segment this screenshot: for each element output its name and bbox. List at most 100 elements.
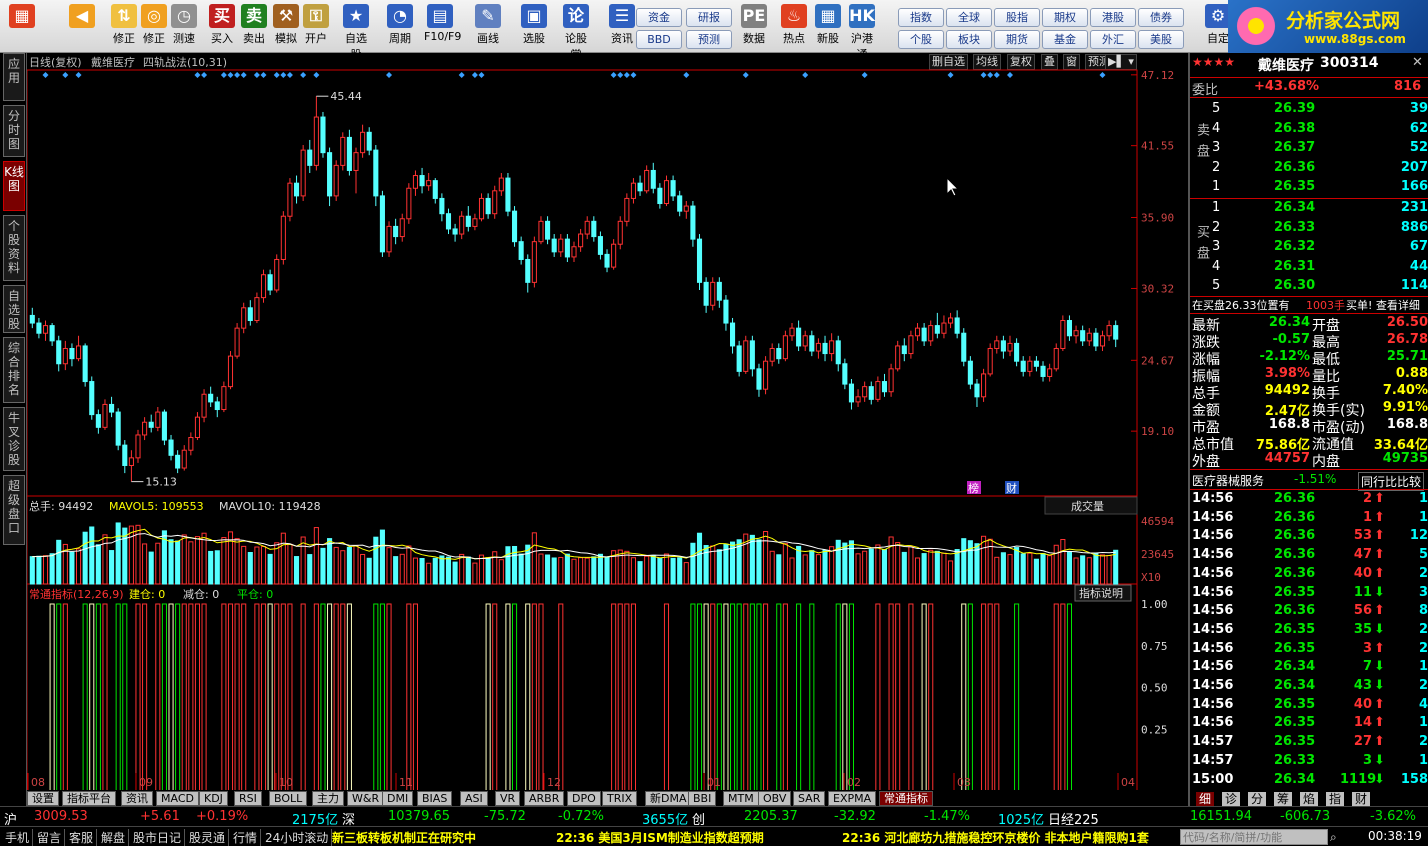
indicator-tab-22[interactable]: 常通指标 (879, 791, 933, 806)
indicator-tab-15[interactable]: TRIX (602, 791, 638, 806)
quick-button-4-0[interactable]: 股指 (994, 8, 1040, 27)
indicator-tab-20[interactable]: SAR (793, 791, 826, 806)
toolbar-button-2[interactable]: ⇅ 修正 (108, 4, 140, 50)
indicator-tab-12[interactable]: VR (495, 791, 521, 806)
status-link-2[interactable]: 客服 (66, 829, 98, 846)
toolbar-button-15[interactable]: ☰ 资讯 (606, 4, 638, 50)
toolbar-button-18[interactable]: ▦ 新股 (812, 4, 844, 50)
toolbar-button-5[interactable]: 买买入 (206, 4, 238, 50)
ask-price[interactable]: 26.36 (1274, 160, 1315, 175)
quick-button-4-1[interactable]: 期货 (994, 30, 1040, 49)
status-link-7[interactable]: 24小时滚动 (262, 829, 333, 846)
indicator-tab-1[interactable]: 指标平台 (62, 791, 116, 806)
indicator-tab-17[interactable]: BBI (688, 791, 717, 806)
quote-tab-3[interactable]: 筹 (1274, 792, 1293, 806)
bid-price[interactable]: 26.32 (1274, 239, 1315, 254)
quick-button-2-0[interactable]: 指数 (898, 8, 944, 27)
ask-price[interactable]: 26.35 (1274, 179, 1315, 194)
left-tab-1[interactable]: 分时图 (3, 105, 25, 157)
left-tab-3[interactable]: 个股资料 (3, 215, 25, 281)
news-item-1[interactable]: 新三板转板机制正在研究中 (332, 829, 476, 846)
left-tab-5[interactable]: 综合排名 (3, 337, 25, 403)
search-input[interactable] (1180, 829, 1328, 845)
quick-button-1-1[interactable]: 预测 (686, 30, 732, 49)
toolbar-button-14[interactable]: 论论股堂 (560, 4, 592, 61)
toolbar-button-13[interactable]: ▣ 选股 (518, 4, 550, 50)
quick-button-5-1[interactable]: 基金 (1042, 30, 1088, 49)
indicator-tab-0[interactable]: 设置 (27, 791, 59, 806)
toolbar-button-9[interactable]: ★ 自选股 (340, 4, 372, 61)
close-icon[interactable]: ✕ (1412, 55, 1423, 70)
left-tab-6[interactable]: 牛叉诊股 (3, 407, 25, 471)
status-link-0[interactable]: 手机 (2, 829, 34, 846)
nk-index[interactable]: 16151.94 (1190, 809, 1252, 824)
indicator-tab-9[interactable]: DMI (382, 791, 414, 806)
ask-price[interactable]: 26.39 (1274, 101, 1315, 116)
indicator-tab-7[interactable]: 主力 (312, 791, 344, 806)
ask-price[interactable]: 26.38 (1274, 121, 1315, 136)
bid-price[interactable]: 26.33 (1274, 220, 1315, 235)
indicator-tab-5[interactable]: RSI (234, 791, 262, 806)
toolbar-button-19[interactable]: HK 沪港通 (846, 4, 878, 61)
toolbar-button-7[interactable]: ⚒ 模拟 (270, 4, 302, 50)
indicator-tab-11[interactable]: ASI (460, 791, 488, 806)
indicator-tab-19[interactable]: OBV (758, 791, 792, 806)
toolbar-button-10[interactable]: ◔ 周期 (384, 4, 416, 50)
quote-tab-5[interactable]: 指 (1326, 792, 1345, 806)
news-item-3[interactable]: 22:36 河北廊坊九措施稳控环京楼价 非本地户籍限购1套 (842, 829, 1149, 846)
quote-tab-2[interactable]: 分 (1248, 792, 1267, 806)
indicator-tab-21[interactable]: EXPMA (828, 791, 877, 806)
quick-button-6-0[interactable]: 港股 (1090, 8, 1136, 27)
sector-name[interactable]: 医疗器械服务 (1192, 472, 1264, 489)
quick-button-5-0[interactable]: 期权 (1042, 8, 1088, 27)
status-link-1[interactable]: 留言 (34, 829, 66, 846)
bid-price[interactable]: 26.31 (1274, 259, 1315, 274)
cy-index[interactable]: 2205.37 (744, 809, 798, 824)
indicator-tab-3[interactable]: MACD (156, 791, 199, 806)
quote-tab-4[interactable]: 焰 (1300, 792, 1319, 806)
indicator-tab-2[interactable]: 资讯 (121, 791, 153, 806)
quick-button-0-0[interactable]: 资金 (636, 8, 682, 27)
indicator-tab-13[interactable]: ARBR (524, 791, 565, 806)
quick-button-7-0[interactable]: 债券 (1138, 8, 1184, 27)
quick-button-6-1[interactable]: 外汇 (1090, 30, 1136, 49)
toolbar-button-11[interactable]: ▤ F10/F9 (424, 4, 461, 50)
indicator-tab-8[interactable]: W&R (347, 791, 385, 806)
toolbar-button-17[interactable]: ♨ 热点 (778, 4, 810, 50)
left-tab-4[interactable]: 自选股 (3, 285, 25, 333)
news-item-2[interactable]: 22:36 美国3月ISM制造业指数超预期 (556, 829, 764, 846)
quick-button-7-1[interactable]: 美股 (1138, 30, 1184, 49)
bid-price[interactable]: 26.30 (1274, 278, 1315, 293)
chart-canvas[interactable]: 47.12 41.55 35.90 30.32 24.67 19.10 45.44 15.13… (27, 53, 1188, 790)
quote-tab-1[interactable]: 诊 (1222, 792, 1241, 806)
status-link-6[interactable]: 行情 (230, 829, 262, 846)
indicator-tab-10[interactable]: BIAS (417, 791, 453, 806)
quick-button-3-0[interactable]: 全球 (946, 8, 992, 27)
toolbar-button-1[interactable]: ◀ (66, 4, 98, 50)
toolbar-button-12[interactable]: ✎ 画线 (472, 4, 504, 50)
sz-index[interactable]: 10379.65 (388, 809, 450, 824)
toolbar-button-16[interactable]: PE 数据 (738, 4, 770, 50)
search-icon[interactable]: ⌕ (1330, 830, 1337, 845)
toolbar-button-0[interactable]: ▦ (6, 4, 38, 50)
indicator-tab-4[interactable]: KDJ (199, 791, 228, 806)
quick-button-2-1[interactable]: 个股 (898, 30, 944, 49)
quote-tab-0[interactable]: 细 (1196, 792, 1215, 806)
sh-index[interactable]: 3009.53 (34, 809, 88, 824)
toolbar-button-4[interactable]: ◷ 测速 (168, 4, 200, 50)
indicator-tab-14[interactable]: DPO (567, 791, 601, 806)
status-link-5[interactable]: 股灵通 (186, 829, 230, 846)
bid-price[interactable]: 26.34 (1274, 200, 1315, 215)
quote-tab-6[interactable]: 财 (1352, 792, 1371, 806)
left-tab-7[interactable]: 超级盘口 (3, 475, 25, 545)
order-note-link[interactable]: 买单! 查看详细 (1346, 297, 1420, 313)
toolbar-button-8[interactable]: ⚿ 开户 (300, 4, 332, 50)
indicator-tab-16[interactable]: 新DMA (645, 791, 692, 806)
left-tab-0[interactable]: 应用 (3, 53, 25, 101)
toolbar-button-3[interactable]: ◎ 修正 (138, 4, 170, 50)
status-link-3[interactable]: 解盘 (98, 829, 130, 846)
ask-price[interactable]: 26.37 (1274, 140, 1315, 155)
left-tab-2[interactable]: K线图 (3, 161, 25, 211)
quick-button-0-1[interactable]: BBD (636, 30, 682, 49)
toolbar-button-6[interactable]: 卖卖出 (238, 4, 270, 50)
